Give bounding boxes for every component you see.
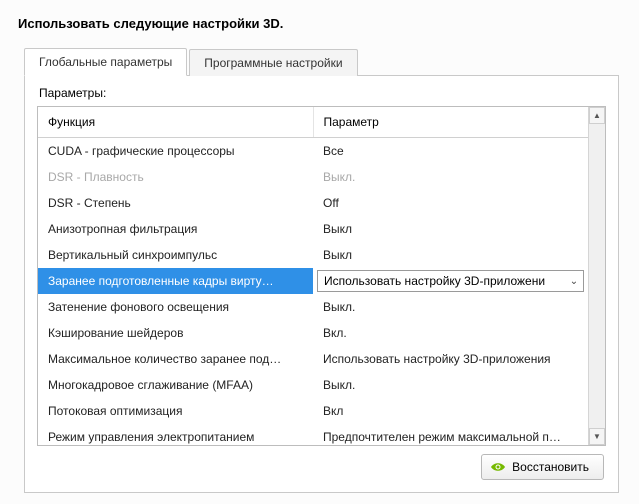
setting-name-cell: DSR - Плавность	[38, 164, 313, 190]
table-row[interactable]: DSR - СтепеньOff	[38, 190, 588, 216]
setting-value-cell: Использовать настройку 3D-приложения	[313, 346, 588, 372]
table-row[interactable]: Вертикальный синхроимпульсВыкл	[38, 242, 588, 268]
setting-name-cell: Кэширование шейдеров	[38, 320, 313, 346]
table-row[interactable]: Заранее подготовленные кадры вирту…Испол…	[38, 268, 588, 294]
setting-value-cell: Выкл	[313, 216, 588, 242]
nvidia-icon	[490, 461, 506, 473]
setting-name-cell: Максимальное количество заранее под…	[38, 346, 313, 372]
setting-name-cell: Потоковая оптимизация	[38, 398, 313, 424]
column-header-function[interactable]: Функция	[38, 107, 313, 138]
settings-table-container: Функция Параметр CUDA - графические проц…	[37, 106, 606, 446]
setting-value-cell: Off	[313, 190, 588, 216]
setting-value-cell: Вкл.	[313, 320, 588, 346]
column-header-param[interactable]: Параметр	[313, 107, 588, 138]
setting-name-cell: CUDA - графические процессоры	[38, 138, 313, 165]
setting-name-cell: DSR - Степень	[38, 190, 313, 216]
setting-value-cell: Использовать настройку 3D-приложени⌄	[313, 268, 588, 294]
setting-value-cell: Все	[313, 138, 588, 165]
table-row[interactable]: CUDA - графические процессорыВсе	[38, 138, 588, 165]
setting-value-dropdown[interactable]: Использовать настройку 3D-приложени⌄	[317, 270, 584, 292]
section-label: Параметры:	[39, 86, 606, 100]
scroll-track[interactable]	[589, 124, 605, 428]
table-row[interactable]: Режим управления электропитаниемПредпочт…	[38, 424, 588, 445]
table-row[interactable]: Анизотропная фильтрацияВыкл	[38, 216, 588, 242]
tab-global[interactable]: Глобальные параметры	[24, 48, 187, 76]
table-row[interactable]: DSR - ПлавностьВыкл.	[38, 164, 588, 190]
table-row[interactable]: Кэширование шейдеровВкл.	[38, 320, 588, 346]
tab-panel-global: Параметры: Функция Параметр CUDA - графи…	[24, 76, 619, 493]
setting-value-cell: Предпочтителен режим максимальной п…	[313, 424, 588, 445]
tab-bar: Глобальные параметры Программные настрой…	[24, 47, 619, 76]
chevron-down-icon: ⌄	[565, 276, 583, 287]
scroll-up-button[interactable]: ▲	[589, 107, 605, 124]
table-row[interactable]: Многокадровое сглаживание (MFAA)Выкл.	[38, 372, 588, 398]
setting-name-cell: Вертикальный синхроимпульс	[38, 242, 313, 268]
setting-name-cell: Многокадровое сглаживание (MFAA)	[38, 372, 313, 398]
tab-program[interactable]: Программные настройки	[189, 49, 357, 76]
settings-table-scroll: Функция Параметр CUDA - графические проц…	[38, 107, 588, 445]
settings-pane: Использовать следующие настройки 3D. Гло…	[0, 0, 639, 504]
setting-value-cell: Вкл	[313, 398, 588, 424]
setting-name-cell: Режим управления электропитанием	[38, 424, 313, 445]
vertical-scrollbar[interactable]: ▲ ▼	[588, 107, 605, 445]
setting-value-cell: Выкл	[313, 242, 588, 268]
restore-button-label: Восстановить	[512, 460, 589, 474]
setting-name-cell: Затенение фонового освещения	[38, 294, 313, 320]
setting-value-cell: Выкл.	[313, 372, 588, 398]
table-row[interactable]: Максимальное количество заранее под…Испо…	[38, 346, 588, 372]
restore-button[interactable]: Восстановить	[481, 454, 604, 480]
page-title: Использовать следующие настройки 3D.	[18, 16, 621, 31]
footer-row: Восстановить	[37, 454, 604, 480]
settings-table: Функция Параметр CUDA - графические проц…	[38, 107, 588, 445]
dropdown-selected-text: Использовать настройку 3D-приложени	[324, 274, 565, 288]
table-row[interactable]: Затенение фонового освещенияВыкл.	[38, 294, 588, 320]
setting-value-cell: Выкл.	[313, 294, 588, 320]
setting-name-cell: Анизотропная фильтрация	[38, 216, 313, 242]
table-row[interactable]: Потоковая оптимизацияВкл	[38, 398, 588, 424]
scroll-down-button[interactable]: ▼	[589, 428, 605, 445]
setting-name-cell: Заранее подготовленные кадры вирту…	[38, 268, 313, 294]
setting-value-cell: Выкл.	[313, 164, 588, 190]
